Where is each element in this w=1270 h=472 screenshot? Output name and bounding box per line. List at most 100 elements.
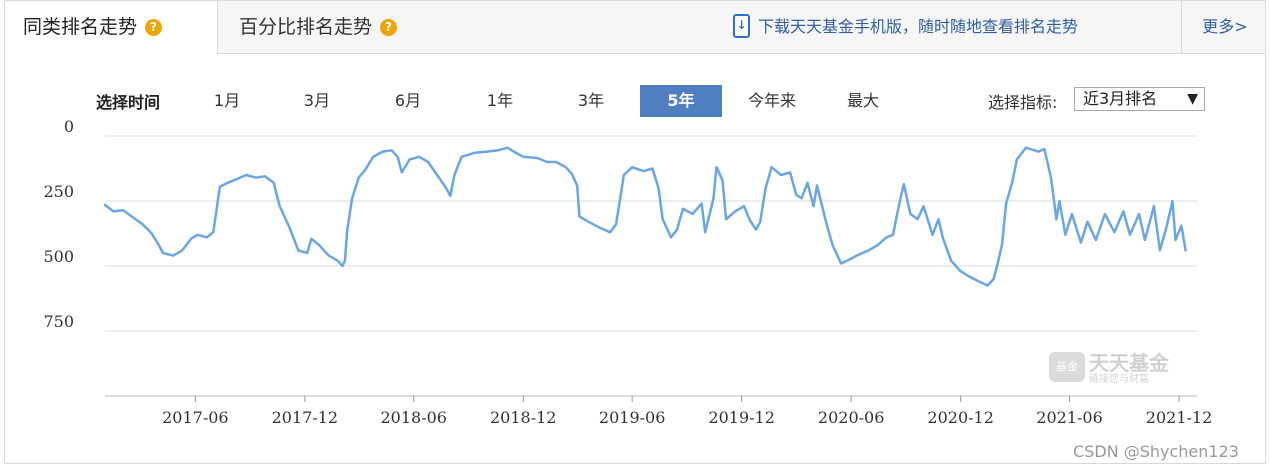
rank-point xyxy=(555,161,557,163)
rank-point xyxy=(1104,213,1106,215)
rank-point xyxy=(704,231,706,233)
rank-point xyxy=(1058,200,1060,202)
rank-point xyxy=(676,229,678,231)
rank-point xyxy=(898,204,900,206)
rank-point xyxy=(816,184,818,186)
rank-point xyxy=(909,213,912,215)
rank-point xyxy=(1171,200,1174,202)
rank-point xyxy=(215,210,217,212)
rank-point xyxy=(1122,210,1124,212)
rank-point xyxy=(789,171,791,173)
rank-point xyxy=(162,252,164,254)
x-tick-label: 2020-12 xyxy=(927,408,993,427)
rank-point xyxy=(867,249,870,251)
rank-point xyxy=(609,231,611,233)
rank-point xyxy=(978,281,980,283)
rank-point xyxy=(950,260,952,262)
rank-point xyxy=(765,187,767,189)
rank-point xyxy=(615,223,617,225)
rank-point xyxy=(341,265,344,267)
rank-point xyxy=(968,275,970,277)
rank-series-line xyxy=(103,146,1187,287)
rank-point xyxy=(1016,158,1018,160)
rank-point xyxy=(571,173,573,175)
rank-point xyxy=(619,197,621,199)
rank-point xyxy=(397,156,399,158)
rank-point xyxy=(409,158,411,160)
rank-point xyxy=(227,182,229,184)
rank-point xyxy=(1165,226,1168,228)
rank-point xyxy=(142,223,144,225)
rank-point xyxy=(931,234,934,236)
rank-point xyxy=(1025,147,1027,149)
rank-point xyxy=(840,262,842,264)
rank-point xyxy=(876,244,879,246)
rank-point xyxy=(245,174,247,176)
rank-point xyxy=(576,184,578,186)
rank-point xyxy=(236,178,238,180)
rank-point xyxy=(122,209,124,211)
rank-point xyxy=(1144,239,1146,241)
rank-point xyxy=(1071,213,1073,215)
rank-point xyxy=(892,234,894,236)
rank-point xyxy=(670,236,672,238)
rank-point xyxy=(623,174,625,176)
x-tick-label: 2019-06 xyxy=(599,408,665,427)
x-tick-label: 2017-12 xyxy=(272,408,338,427)
rank-point xyxy=(391,149,393,151)
rank-point xyxy=(1037,151,1039,153)
rank-point xyxy=(923,205,925,207)
rank-point xyxy=(1138,213,1140,215)
rank-point xyxy=(771,166,773,168)
watermark-title: 天天基金 xyxy=(1089,351,1169,375)
rank-point xyxy=(651,167,654,170)
rank-point xyxy=(1159,249,1161,251)
rank-point xyxy=(1129,234,1131,236)
rank-point xyxy=(1095,239,1097,241)
rank-point xyxy=(942,236,944,238)
rank-point xyxy=(1113,231,1115,233)
rank-point xyxy=(565,166,567,168)
rank-point xyxy=(832,244,834,246)
rank-point xyxy=(1174,239,1177,241)
rank-point xyxy=(288,226,290,228)
rank-point xyxy=(1185,249,1187,251)
rank-point xyxy=(497,149,499,151)
rank-point xyxy=(1005,203,1007,205)
rank-point xyxy=(721,179,724,181)
rank-point xyxy=(436,174,438,176)
rank-point xyxy=(1180,225,1182,227)
rank-point xyxy=(427,161,429,163)
rank-point xyxy=(522,156,524,158)
rank-point xyxy=(701,203,703,205)
rank-point xyxy=(104,204,106,206)
rank-point xyxy=(743,205,745,207)
watermark-logo: 基金 xyxy=(1049,352,1085,382)
rank-point xyxy=(993,278,995,280)
rank-point xyxy=(903,183,905,185)
rank-point xyxy=(1055,218,1057,220)
rank-point xyxy=(358,177,360,179)
rank-point xyxy=(631,166,633,168)
rank-point xyxy=(212,231,214,233)
rank-point xyxy=(795,193,797,196)
rank-point xyxy=(1001,244,1003,246)
rank-point xyxy=(351,197,353,199)
rank-point xyxy=(657,187,660,189)
rank-point xyxy=(473,152,475,154)
y-tick-label: 500 xyxy=(43,247,74,266)
rank-point xyxy=(997,262,999,264)
rank-point xyxy=(255,177,257,179)
rank-point xyxy=(546,161,548,163)
rank-point xyxy=(749,219,751,222)
rank-point xyxy=(337,260,339,262)
rank-point xyxy=(1064,234,1066,236)
rank-point xyxy=(219,186,221,188)
rank-point xyxy=(734,210,736,212)
rank-point xyxy=(812,205,815,207)
x-tick-label: 2019-12 xyxy=(708,408,774,427)
rank-point xyxy=(401,171,403,173)
x-tick-label: 2018-12 xyxy=(490,408,556,427)
rank-point xyxy=(297,249,299,251)
rank-point xyxy=(780,174,782,176)
